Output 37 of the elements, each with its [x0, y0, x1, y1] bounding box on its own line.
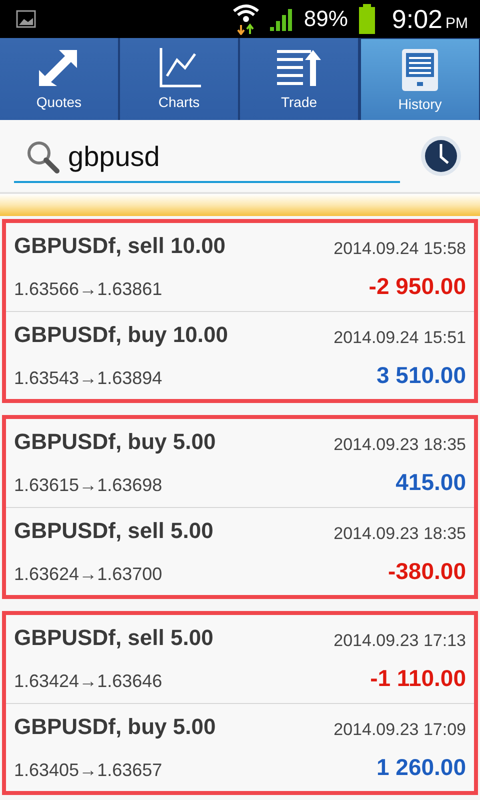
trade-title: GBPUSDf, sell 5.00: [14, 518, 214, 544]
trade-title: GBPUSDf, sell 5.00: [14, 625, 214, 651]
clock-icon[interactable]: [420, 135, 462, 177]
search-field[interactable]: gbpusd: [68, 141, 268, 173]
nav-tab[interactable]: Charts: [120, 38, 240, 120]
image-icon: [16, 10, 36, 28]
trade-profit: 3 510.00: [375, 362, 466, 389]
trade-profit: 415.00: [394, 469, 466, 496]
wifi-icon: [232, 3, 260, 35]
trade-profit: -380.00: [386, 558, 466, 585]
trade-prices: 1.63405→1.63657: [14, 760, 164, 781]
trade-prices: 1.63624→1.63700: [14, 564, 164, 585]
trade-time: 2014.09.24 15:58: [334, 239, 466, 259]
trade-time: 2014.09.23 17:09: [334, 720, 466, 740]
trade-time: 2014.09.23 18:35: [334, 524, 466, 544]
search-icon: [26, 140, 60, 174]
trade-time: 2014.09.23 17:13: [334, 631, 466, 651]
trade-title: GBPUSDf, buy 10.00: [14, 322, 229, 348]
trade-title: GBPUSDf, buy 5.00: [14, 714, 217, 740]
trade-title: GBPUSDf, buy 5.00: [14, 429, 217, 455]
nav-tab[interactable]: History: [360, 38, 480, 123]
battery-icon: [358, 4, 376, 34]
trade-prices: 1.63543→1.63894: [14, 368, 164, 389]
trade-profit: -1 110.00: [369, 665, 466, 692]
trade-profit: 1 260.00: [375, 754, 466, 781]
nav-tab[interactable]: Trade: [240, 38, 360, 120]
clock-time: 9:02 PM: [392, 4, 468, 34]
trade-prices: 1.63566→1.63861: [14, 279, 164, 300]
trade-time: 2014.09.24 15:51: [334, 328, 466, 348]
trade-profit: -2 950.00: [368, 273, 466, 300]
signal-icon: [270, 7, 294, 31]
battery-percent: 89%: [304, 6, 348, 32]
trade-time: 2014.09.23 18:35: [334, 435, 466, 455]
trade-title: GBPUSDf, sell 10.00: [14, 233, 227, 259]
trade-prices: 1.63615→1.63698: [14, 475, 164, 496]
trade-prices: 1.63424→1.63646: [14, 671, 164, 692]
nav-tab[interactable]: Quotes: [0, 38, 120, 120]
